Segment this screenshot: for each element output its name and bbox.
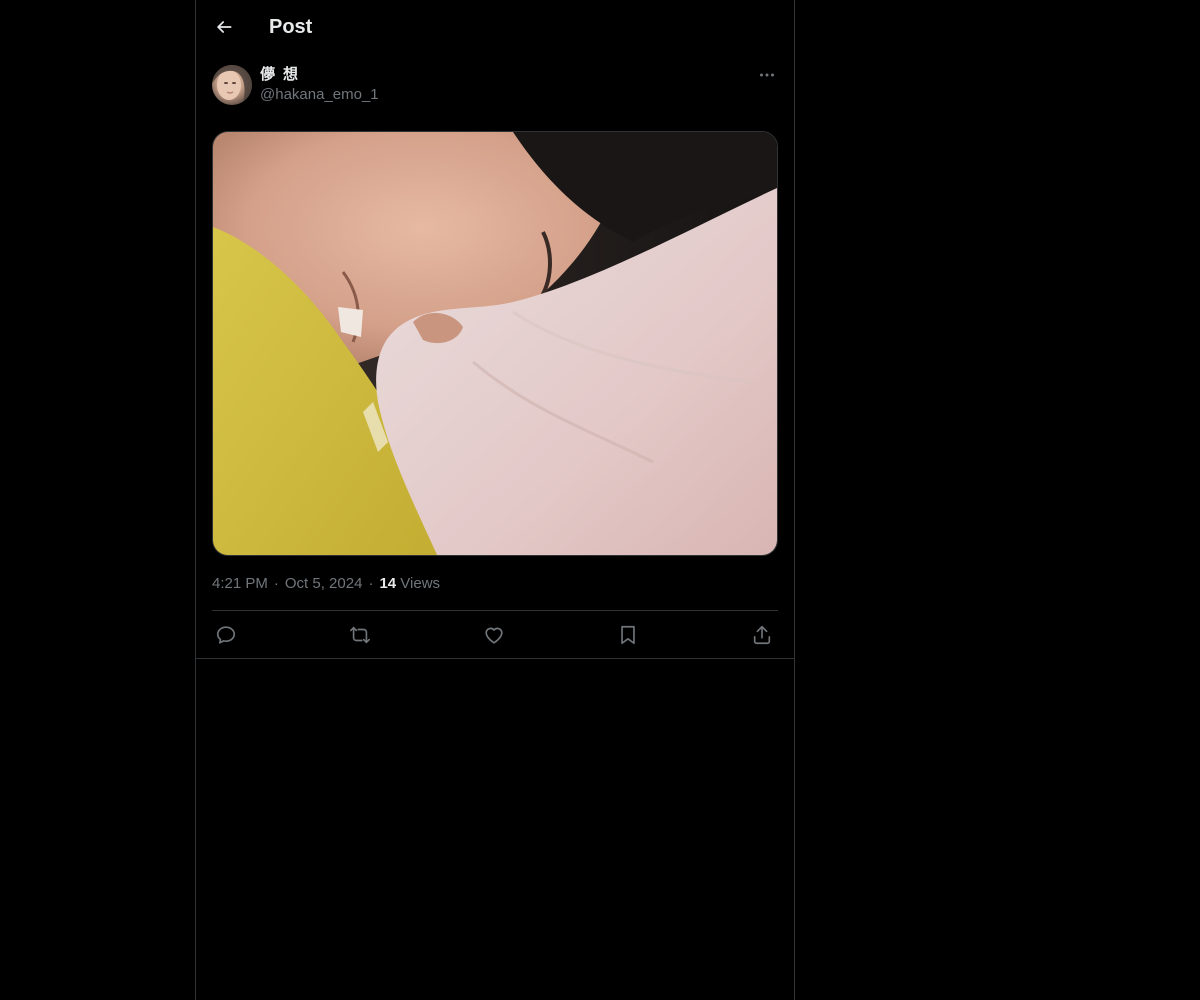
post-date[interactable]: Oct 5, 2024 [285, 575, 363, 592]
share-button[interactable] [750, 623, 774, 647]
reply-button[interactable] [214, 623, 238, 647]
more-button[interactable] [756, 64, 778, 86]
reply-icon [215, 624, 237, 646]
bookmark-icon [617, 624, 639, 646]
post-header: Post [196, 0, 794, 54]
avatar[interactable] [212, 65, 252, 105]
post-actions [212, 612, 778, 658]
user-handle[interactable]: @hakana_emo_1 [260, 85, 379, 105]
views-count: 14 [379, 575, 397, 592]
divider [212, 610, 778, 611]
post-bottom-border [196, 658, 794, 659]
primary-column: Post 儚想 @hakana_emo_1 4:21 PM · Oct 5, 2… [195, 0, 795, 1000]
meta-separator: · [273, 575, 279, 592]
bookmark-button[interactable] [616, 623, 640, 647]
meta-separator-views: · [368, 575, 374, 592]
back-button[interactable] [208, 11, 240, 43]
repost-icon [349, 624, 371, 646]
display-name[interactable]: 儚想 [260, 65, 306, 85]
post-image[interactable] [212, 131, 778, 556]
post-time[interactable]: 4:21 PM [212, 575, 268, 592]
ellipsis-icon [759, 72, 775, 78]
views-label: Views [400, 575, 441, 592]
like-button[interactable] [482, 623, 506, 647]
share-icon [751, 624, 773, 646]
post-author: 儚想 @hakana_emo_1 [212, 64, 778, 106]
post-meta: 4:21 PM · Oct 5, 2024 · 14 Views [212, 574, 440, 594]
page-title: Post [269, 16, 313, 38]
heart-icon [483, 624, 505, 646]
arrow-left-icon [214, 17, 234, 37]
repost-button[interactable] [348, 623, 372, 647]
